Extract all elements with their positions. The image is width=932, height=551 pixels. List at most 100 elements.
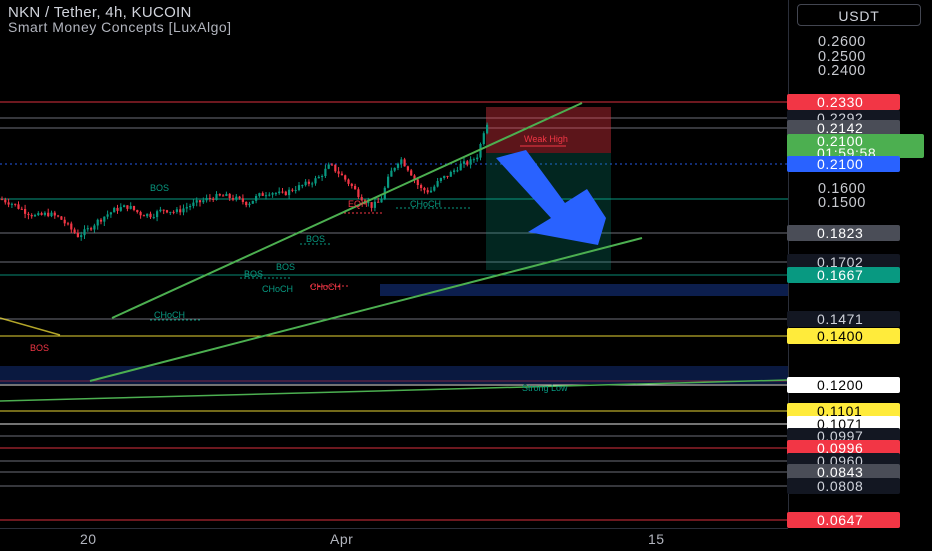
currency-button[interactable]: USDT <box>797 4 921 26</box>
smc-label: BOS <box>150 183 169 193</box>
smc-label: BOS <box>306 234 325 244</box>
candle-body <box>373 201 376 208</box>
candle-body <box>486 124 489 134</box>
candle-body <box>271 193 274 195</box>
candle-body <box>132 205 136 210</box>
candle-body <box>172 211 175 213</box>
candle-body <box>47 212 50 217</box>
candle-body <box>57 215 60 217</box>
candle-body <box>367 202 370 204</box>
price-tag-label: 0.0808 <box>817 478 864 494</box>
price-tag: 0.1823 <box>787 225 900 241</box>
candle-body <box>182 208 185 213</box>
smc-label: CHoCH <box>154 310 185 320</box>
price-tag: 0.1471 <box>787 311 900 327</box>
candle-body <box>327 164 330 169</box>
price-tag-label: 0.1667 <box>817 267 864 283</box>
indicator-title[interactable]: Smart Money Concepts [LuxAlgo] <box>8 19 232 35</box>
candle-body <box>443 175 446 179</box>
candle-body <box>60 216 63 220</box>
candle-body <box>222 195 225 197</box>
chart-canvas[interactable]: BOS BOS BOS BOS BOS CHoCH CHoCH CHoCH CHoCH EQH We… <box>0 0 788 528</box>
candle-body <box>245 201 248 206</box>
candle-body <box>264 195 268 197</box>
price-tag: 0.1200 <box>787 377 900 393</box>
price-tick: 0.2400 <box>818 63 866 80</box>
candle-body <box>192 202 195 206</box>
smc-label: Weak High <box>524 134 568 144</box>
candle-body <box>90 228 93 230</box>
candle-body <box>314 178 317 184</box>
candle-body <box>212 198 215 200</box>
candle-body <box>185 207 188 209</box>
candle-body <box>235 196 238 200</box>
candle-body <box>152 217 155 219</box>
price-tick: 0.2600 <box>818 34 866 50</box>
candle-body <box>446 175 449 177</box>
time-label-apr: Apr <box>330 531 354 547</box>
candle-body <box>70 223 73 230</box>
price-tag-label: 0.1200 <box>817 377 864 393</box>
candle-body <box>37 213 40 216</box>
candle-body <box>380 198 383 203</box>
candle-body <box>93 225 96 230</box>
price-tag-label: 0.1471 <box>817 311 864 327</box>
candle-body <box>393 167 396 171</box>
candle-body <box>403 159 406 167</box>
candle-body <box>449 171 452 177</box>
time-axis[interactable] <box>0 528 788 551</box>
candle-body <box>297 185 301 191</box>
candle-body <box>304 181 307 186</box>
candle-body <box>165 210 169 213</box>
candle-body <box>189 205 192 208</box>
candle-body <box>462 161 466 164</box>
candle-body <box>370 202 373 208</box>
candle-body <box>149 213 152 218</box>
candle-body <box>119 207 122 211</box>
candle-body <box>156 211 159 218</box>
smc-label: EQH <box>348 199 368 209</box>
candle-body <box>53 212 56 216</box>
candle-body <box>76 232 79 238</box>
candle-body <box>103 216 106 222</box>
candle-body <box>396 163 400 168</box>
candle-body <box>433 186 436 191</box>
candle-body <box>274 193 277 195</box>
price-tag: 0.2330 <box>787 94 900 110</box>
candle-body <box>251 200 254 204</box>
candle-body <box>17 204 20 209</box>
candle-body <box>113 207 116 213</box>
candle-body <box>195 200 198 203</box>
candle-body <box>43 212 46 215</box>
candle-body <box>423 187 426 191</box>
candle-body <box>198 200 202 203</box>
yellow-line <box>0 317 61 336</box>
candle-body <box>146 213 149 217</box>
candle-body <box>24 208 27 214</box>
candle-body <box>50 212 53 217</box>
candle-body <box>142 215 145 217</box>
time-label-20: 20 <box>80 531 97 547</box>
candle-body <box>109 212 112 215</box>
price-tag: 0.1400 <box>787 328 900 344</box>
candle-body <box>406 166 409 171</box>
candle-body <box>40 213 43 215</box>
candle-body <box>4 199 7 203</box>
candle-body <box>334 164 337 172</box>
candle-body <box>357 189 360 198</box>
candle-body <box>340 173 343 176</box>
chart-area[interactable]: BOS BOS BOS BOS BOS CHoCH CHoCH CHoCH CHoCH EQH We… <box>0 0 788 528</box>
candle-body <box>261 193 264 196</box>
candle-body <box>466 161 469 165</box>
candle-body <box>30 215 33 217</box>
smc-label: BOS <box>276 262 295 272</box>
candle-body <box>27 213 30 216</box>
price-tick: 0.1600 <box>818 180 866 197</box>
candle-body <box>294 190 297 192</box>
candle-body <box>179 209 182 213</box>
price-tag-label: 0.2100 <box>817 156 864 172</box>
candle-body <box>99 219 103 222</box>
smc-label: CHoCH <box>262 284 293 294</box>
candle-body <box>469 159 472 165</box>
candle-body <box>472 159 475 161</box>
